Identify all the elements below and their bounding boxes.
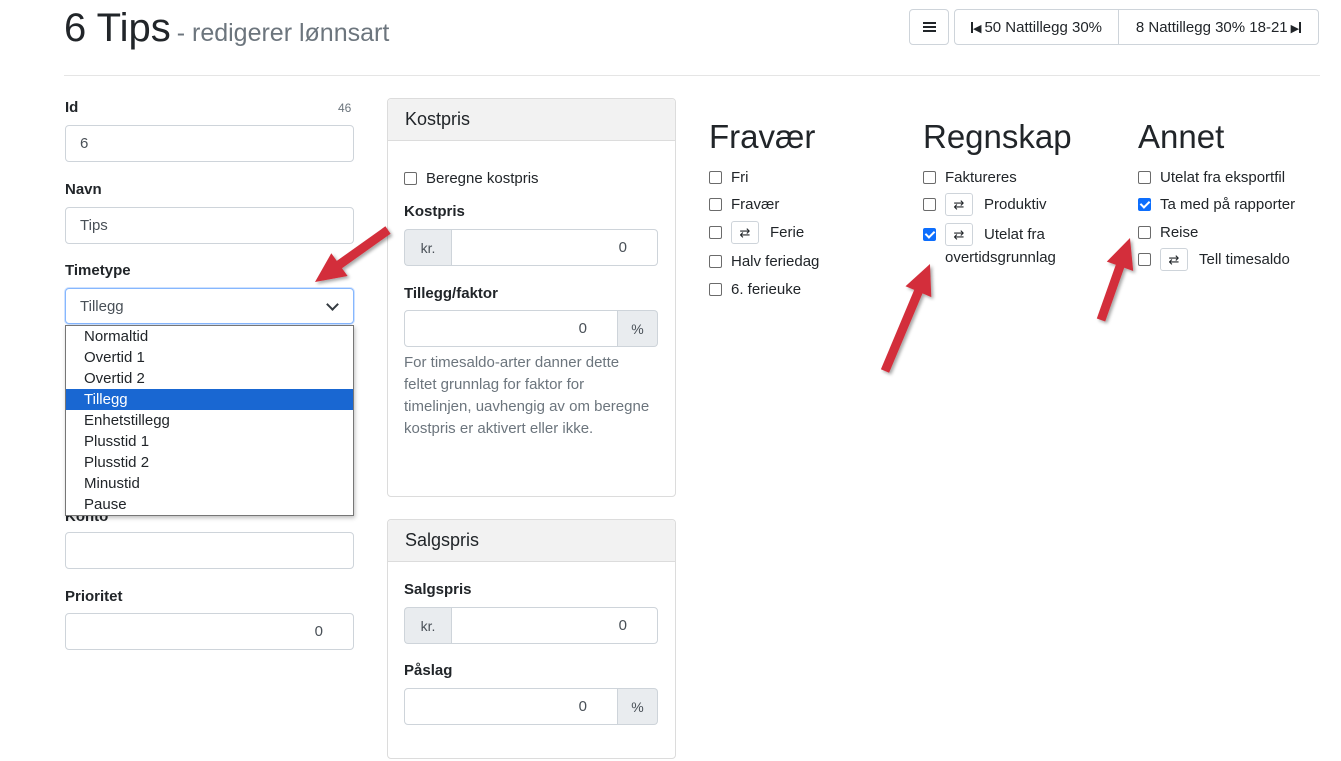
arrow-to-utelat-overtid [880, 264, 932, 373]
arrow-to-timetype [315, 226, 391, 282]
annotation-arrows [315, 226, 1134, 373]
arrow-to-reise [1096, 238, 1134, 322]
